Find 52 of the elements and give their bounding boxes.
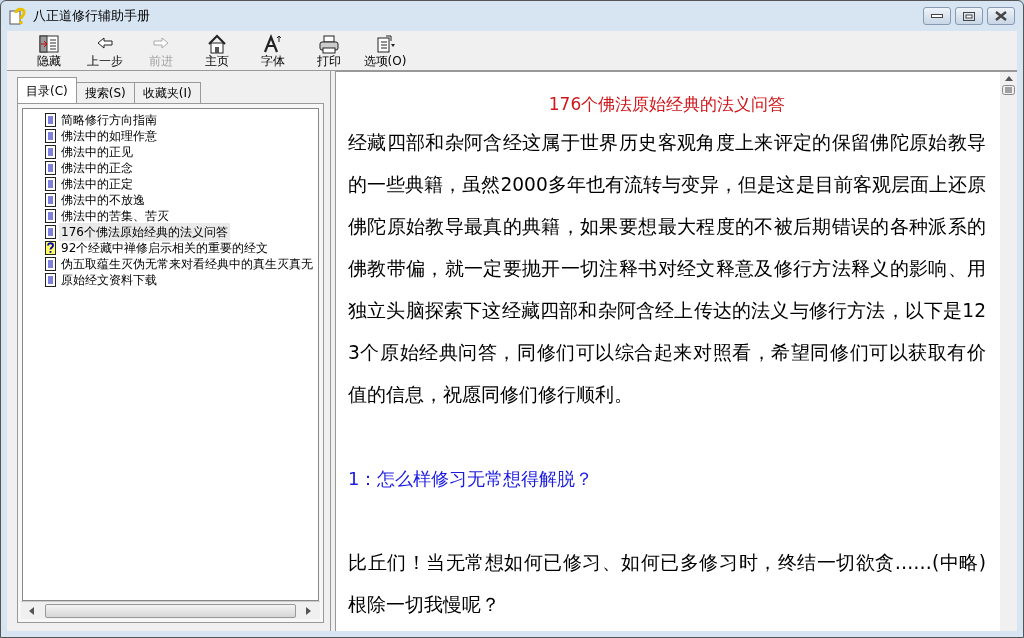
minimize-button[interactable] (923, 7, 951, 25)
close-button[interactable] (987, 7, 1015, 25)
page-icon (45, 193, 56, 207)
tree-item[interactable]: 佛法中的苦集、苦灭 (59, 207, 171, 225)
scrollbar-thumb[interactable] (45, 603, 296, 618)
page-icon (45, 177, 56, 191)
document-icon (374, 34, 396, 54)
tree-item[interactable]: 简略修行方向指南 (59, 111, 159, 129)
page-icon (45, 225, 56, 239)
tab[interactable]: 目录(C) (17, 77, 77, 103)
printer-icon (318, 34, 340, 54)
page-icon (45, 257, 56, 271)
panel-icon (38, 34, 60, 54)
toolbar-button[interactable]: 打印 (301, 34, 357, 68)
toolbar-button[interactable]: 选项(O) (357, 34, 413, 68)
toolbar-button[interactable]: 上一步 (77, 34, 133, 68)
page-icon (45, 129, 56, 143)
page-icon (45, 273, 56, 287)
toolbar-button[interactable]: 主页 (189, 34, 245, 68)
page-icon (45, 161, 56, 175)
tree-item[interactable]: 佛法中的正念 (59, 159, 135, 177)
scroll-right-icon[interactable] (306, 606, 312, 615)
close-icon (995, 11, 1007, 21)
scrollbar-thumb[interactable] (1002, 85, 1015, 95)
house-icon (206, 34, 228, 54)
tree-item[interactable]: 佛法中的正定 (59, 175, 135, 193)
toolbar-button[interactable]: 隐藏 (21, 34, 77, 68)
paragraph: 经藏四部和杂阿含经这属于世界历史客观角度上来评定的保留佛陀原始教导的一些典籍，虽然2000多年也有流转与变异，但是这是目前客观层面上还原佛陀原始教导最真的典籍，如果要想最大程度的不被后期错误的各种派系的佛教带偏，就一定要抛开一切注释书对经文释意及修行方法释义的影响、用独立头脑探索下这经藏四部和杂阿含经上传达的法义与修行方法，以下是123个原始经典问答，同修们可以综合起来对照看，希望同修们可以获取有价值的信息，祝愿同修们修行顺利。 (348, 130, 986, 407)
tree-item[interactable]: 佛法中的正见 (59, 143, 135, 161)
page-icon (45, 113, 56, 127)
toolbar-button[interactable]: 字体 (245, 34, 301, 68)
tree-item[interactable]: 176个佛法原始经典的法义问答 (59, 223, 230, 241)
document-title: 176个佛法原始经典的法义问答 (547, 93, 787, 116)
minimize-icon (931, 14, 943, 18)
scroll-left-icon[interactable] (29, 606, 35, 615)
page-icon (45, 145, 56, 159)
tree-item[interactable]: 伪五取蕴生灭伪无常来对看经典中的真生灭真无 (59, 255, 315, 273)
tree-item[interactable]: 92个经藏中禅修启示相关的重要的经文 (59, 239, 271, 257)
tab[interactable]: 收藏夹(I) (133, 82, 201, 103)
help-book-icon (9, 7, 27, 25)
maximize-button[interactable] (955, 7, 983, 25)
page-icon (45, 209, 56, 223)
restore-icon (963, 11, 975, 21)
tree-item[interactable]: 佛法中的如理作意 (59, 127, 159, 145)
tree-item[interactable]: 佛法中的不放逸 (59, 191, 147, 209)
scroll-up-icon[interactable] (1004, 76, 1013, 81)
paragraph: 比丘们！当无常想如何已修习、如何已多修习时，终结一切欲贪……(中略)根除一切我慢呢？ (348, 550, 986, 617)
font-icon (262, 34, 284, 54)
question-heading: 1：怎么样修习无常想得解脱？ (348, 466, 595, 491)
question-mark-icon (45, 241, 56, 255)
tree-item[interactable]: 原始经文资料下载 (59, 271, 159, 289)
window-title: 八正道修行辅助手册 (33, 7, 150, 26)
